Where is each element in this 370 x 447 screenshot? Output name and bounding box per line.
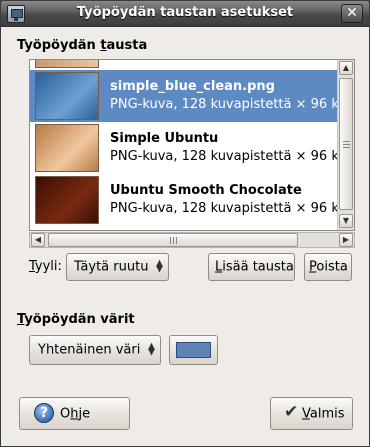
close-dialog-label-rest: almis	[309, 406, 345, 421]
add-wallpaper-label-rest: isää tausta	[222, 259, 294, 275]
wallpaper-thumbnail	[35, 176, 99, 224]
remove-wallpaper-button[interactable]: Poista	[304, 253, 352, 281]
close-dialog-label: Valmis	[302, 406, 345, 421]
grip-line	[343, 141, 350, 142]
background-section-heading: Työpöydän tausta	[17, 38, 147, 53]
wallpaper-details: PNG-kuva, 128 kuvapistettä × 96 ku	[110, 149, 337, 164]
remove-wallpaper-label: Poista	[309, 260, 348, 275]
wallpaper-row[interactable]: Simple Ubuntu PNG-kuva, 128 kuvapistettä…	[30, 122, 337, 174]
color-swatch	[176, 342, 211, 358]
grip-line	[343, 147, 350, 148]
background-heading-part1: Työpöydän	[17, 38, 101, 53]
wallpaper-list[interactable]: simple_blue_clean.png PNG-kuva, 128 kuva…	[29, 59, 355, 231]
background-heading-part2: austa	[106, 38, 148, 53]
wallpaper-row-partial[interactable]	[30, 60, 337, 70]
wallpaper-row[interactable]: simple_blue_clean.png PNG-kuva, 128 kuva…	[30, 70, 337, 122]
wallpaper-details: PNG-kuva, 128 kuvapistettä × 96 ku	[110, 201, 337, 216]
wallpaper-name: Ubuntu Smooth Chocolate	[110, 183, 302, 198]
window-title: Työpöydän taustan asetukset	[76, 5, 294, 20]
color-picker-button[interactable]	[169, 335, 218, 365]
combo-updown-icon: ▲ ▼	[156, 258, 163, 275]
grip-line	[176, 237, 177, 244]
close-dialog-button[interactable]: ✔ Valmis	[270, 397, 353, 430]
help-label-part1: O	[60, 406, 71, 421]
grip-line	[170, 237, 171, 244]
vertical-scroll-thumb[interactable]	[339, 78, 353, 210]
horizontal-scrollbar[interactable]: ◀ ▶	[29, 232, 355, 248]
wallpaper-details: PNG-kuva, 128 kuvapistettä × 96 ku	[110, 97, 337, 112]
remove-wallpaper-label-rest: oista	[316, 259, 348, 275]
scroll-down-arrow-icon[interactable]: ▼	[339, 214, 353, 228]
style-dropdown-value: Täytä ruutu	[74, 259, 149, 275]
help-label: Ohje	[60, 406, 90, 421]
horizontal-scroll-thumb[interactable]	[48, 233, 298, 247]
help-label-part2: je	[78, 406, 91, 421]
style-dropdown[interactable]: Täytä ruutu ▲ ▼	[66, 253, 169, 281]
close-button[interactable]: ✕	[341, 4, 363, 23]
title-bar[interactable]: Työpöydän taustan asetukset ✕	[1, 1, 369, 27]
wallpaper-name: simple_blue_clean.png	[110, 79, 275, 94]
wallpaper-list-rows: simple_blue_clean.png PNG-kuva, 128 kuva…	[30, 60, 337, 230]
add-wallpaper-button[interactable]: Lisää tausta	[208, 253, 295, 281]
combo-updown-icon: ▲ ▼	[148, 341, 155, 358]
grip-line	[173, 237, 174, 244]
display-preferences-icon[interactable]	[7, 5, 25, 23]
add-wallpaper-label: Lisää tausta	[215, 260, 294, 275]
help-icon: ?	[34, 403, 54, 423]
scroll-right-arrow-icon[interactable]: ▶	[339, 233, 353, 247]
style-label: Tyyli:	[29, 259, 62, 274]
wallpaper-name: Simple Ubuntu	[110, 131, 219, 146]
vertical-scrollbar[interactable]: ▲ ▼	[337, 60, 354, 230]
grip-line	[343, 144, 350, 145]
fill-type-dropdown[interactable]: Yhtenäinen väri ▲ ▼	[29, 335, 161, 365]
wallpaper-thumbnail	[35, 60, 99, 68]
wallpaper-thumbnail	[35, 72, 99, 120]
colors-section-heading: Työpöydän värit	[17, 312, 135, 327]
colors-heading-rest: yöpöydän värit	[24, 312, 135, 327]
checkmark-icon: ✔	[284, 402, 299, 422]
style-label-rest: yyli:	[34, 259, 62, 274]
scroll-up-arrow-icon[interactable]: ▲	[339, 61, 353, 75]
background-preferences-window: Työpöydän taustan asetukset ✕ Työpöydän …	[0, 0, 370, 447]
fill-type-value: Yhtenäinen väri	[38, 342, 141, 358]
help-button[interactable]: ? Ohje	[19, 397, 130, 430]
wallpaper-thumbnail	[35, 124, 99, 172]
wallpaper-row[interactable]: Ubuntu Smooth Chocolate PNG-kuva, 128 ku…	[30, 174, 337, 226]
scroll-left-arrow-icon[interactable]: ◀	[31, 233, 45, 247]
close-dialog-mnemonic: V	[302, 406, 310, 421]
